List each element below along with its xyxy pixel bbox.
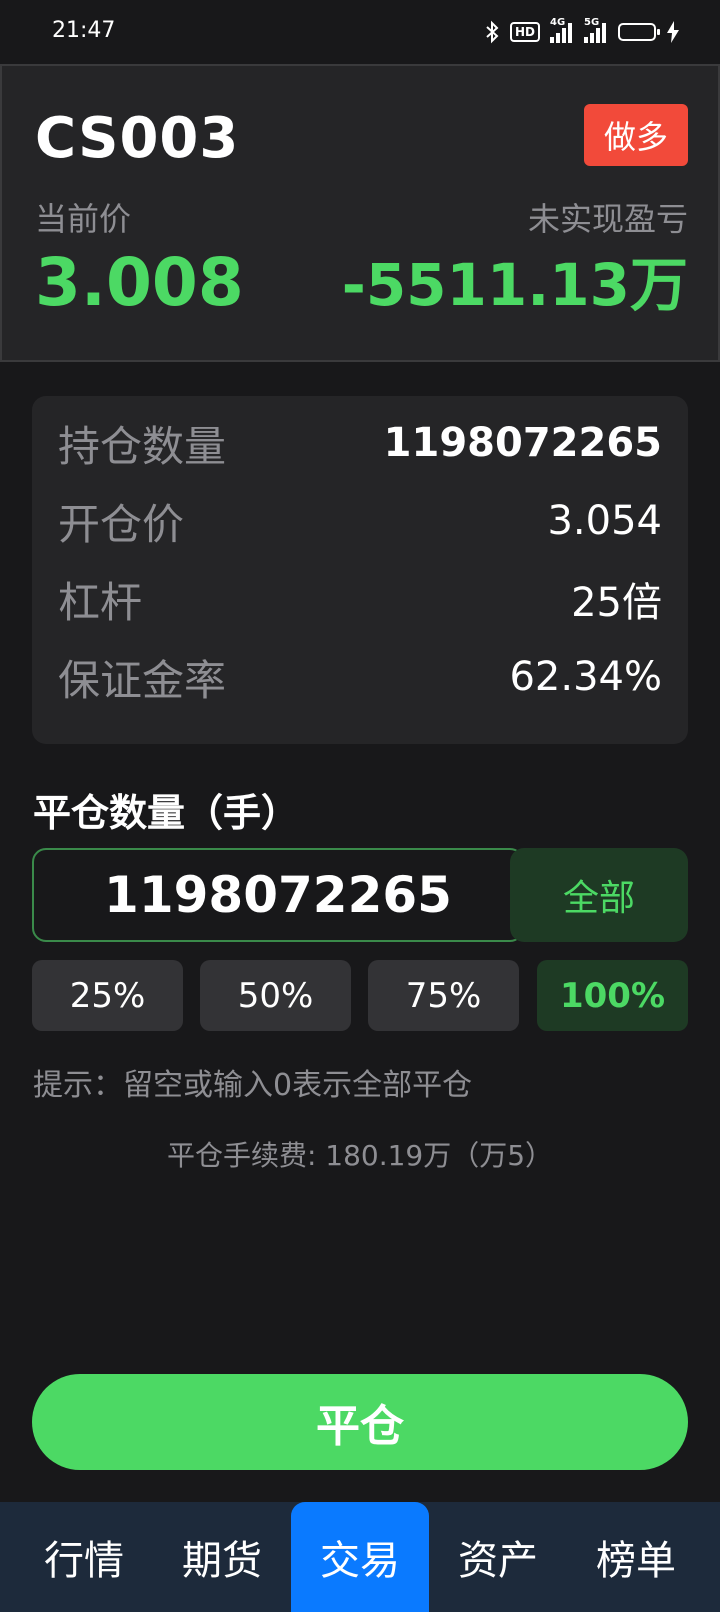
all-quantity-button[interactable]: 全部: [510, 848, 688, 942]
current-price-label: 当前价: [35, 200, 132, 238]
percent-75-button[interactable]: 75%: [368, 960, 519, 1031]
detail-value: 62.34%: [509, 654, 662, 700]
5g-signal-icon: 5G: [584, 17, 608, 43]
tab-trade[interactable]: 交易: [291, 1502, 429, 1612]
hd-icon: HD: [509, 22, 540, 42]
detail-value: 25倍: [571, 580, 662, 626]
tab-leaderboard[interactable]: 榜单: [567, 1502, 705, 1612]
bluetooth-icon: [486, 20, 499, 44]
detail-row-margin-rate: 保证金率 62.34%: [58, 642, 662, 712]
status-bar: 21:47 HD 4G 5G: [0, 0, 720, 64]
detail-label: 杠杆: [58, 577, 143, 627]
unrealized-pnl-label: 未实现盈亏: [527, 200, 688, 238]
tab-assets[interactable]: 资产: [429, 1502, 567, 1612]
status-icons: HD 4G 5G: [484, 17, 680, 46]
detail-row-open-price: 开仓价 3.054: [58, 486, 662, 556]
detail-label: 持仓数量: [58, 421, 227, 471]
unrealized-pnl: -5511.13万: [341, 251, 688, 319]
detail-label: 保证金率: [58, 655, 227, 705]
close-quantity-title: 平仓数量（手）: [33, 791, 300, 835]
charging-icon: [667, 21, 679, 43]
detail-row-holding-qty: 持仓数量 1198072265: [58, 408, 662, 478]
close-fee: 平仓手续费: 180.19万（万5）: [166, 1139, 554, 1172]
detail-label: 开仓价: [58, 499, 185, 549]
detail-row-leverage: 杠杆 25倍: [58, 564, 662, 634]
close-position-button[interactable]: 平仓: [32, 1374, 688, 1470]
percent-25-button[interactable]: 25%: [32, 960, 183, 1031]
direction-badge: 做多: [584, 104, 688, 166]
4g-signal-icon: 4G: [550, 17, 574, 43]
close-quantity-input[interactable]: [32, 848, 524, 942]
bottom-tab-bar: 行情 期货 交易 资产 榜单: [0, 1502, 720, 1612]
tab-futures[interactable]: 期货: [153, 1502, 291, 1612]
close-hint: 提示：留空或输入0表示全部平仓: [33, 1068, 473, 1103]
percent-100-button[interactable]: 100%: [537, 960, 688, 1031]
position-summary-card: CS003 做多 当前价 3.008 未实现盈亏 -5511.13万: [0, 64, 720, 362]
detail-value: 3.054: [547, 498, 662, 544]
clock: 21:47: [52, 18, 116, 43]
battery-icon: [618, 23, 660, 41]
detail-value: 1198072265: [383, 420, 662, 466]
contract-symbol: CS003: [35, 106, 240, 171]
current-price: 3.008: [35, 244, 244, 321]
position-details-card: 持仓数量 1198072265 开仓价 3.054 杠杆 25倍 保证金率 62…: [32, 396, 688, 744]
percent-50-button[interactable]: 50%: [200, 960, 351, 1031]
tab-market[interactable]: 行情: [15, 1502, 153, 1612]
